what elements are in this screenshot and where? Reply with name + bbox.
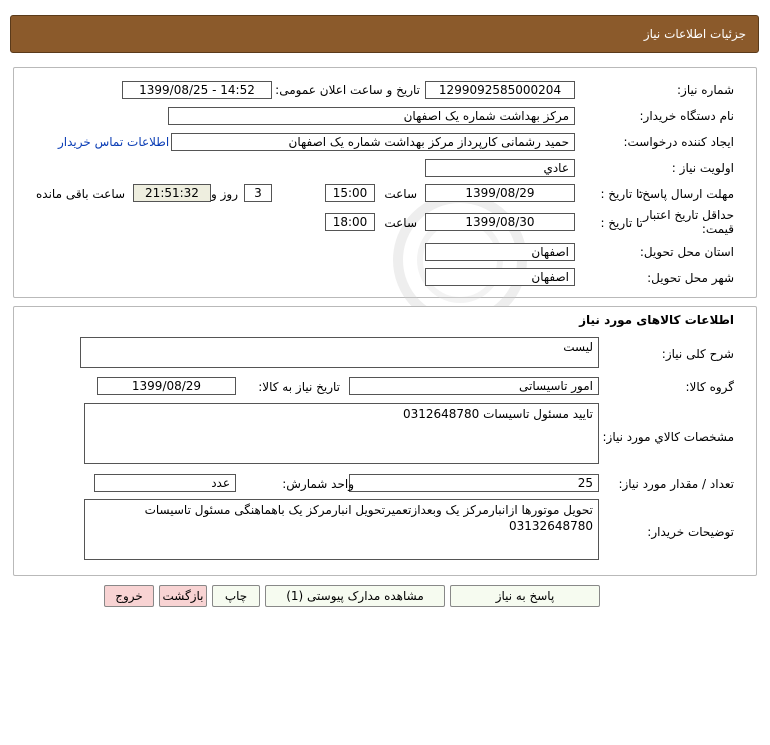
validity-to-date-label: تا تاریخ : — [600, 216, 643, 230]
validity-date-field: 1399/08/30 — [425, 213, 575, 231]
need-date-field: 1399/08/29 — [97, 377, 236, 395]
deadline-time-label: ساعت — [384, 187, 417, 201]
province-field: اصفهان — [425, 243, 575, 261]
validity-label: حداقل تاریخ اعتبار قیمت: — [643, 208, 734, 236]
goods-section-title: اطلاعات کالاهای مورد نیاز — [579, 313, 734, 327]
reply-button[interactable]: پاسخ به نیاز — [450, 585, 600, 607]
exit-button[interactable]: خروج — [104, 585, 154, 607]
quantity-label: تعداد / مقدار مورد نیاز: — [618, 477, 734, 491]
days-label: روز و — [211, 187, 238, 201]
deadline-label: مهلت ارسال پاسخ: — [638, 187, 734, 201]
page-header: جزئیات اطلاعات نیاز — [10, 15, 759, 53]
deadline-date-field: 1399/08/29 — [425, 184, 575, 202]
need-number-label: شماره نیاز: — [677, 83, 734, 97]
page-title: جزئیات اطلاعات نیاز — [643, 27, 746, 41]
buyer-org-field: مرکز بهداشت شماره یک اصفهان — [168, 107, 575, 125]
deadline-time-field: 15:00 — [325, 184, 375, 202]
city-label: شهر محل تحویل: — [647, 271, 734, 285]
need-number-field: 1299092585000204 — [425, 81, 575, 99]
requester-field: حمید رشمانی کارپرداز مرکز بهداشت شماره ی… — [171, 133, 575, 151]
buyer-contact-link[interactable]: اطلاعات تماس خریدار — [58, 135, 169, 149]
specs-label: مشخصات کالاي مورد نياز: — [602, 430, 734, 444]
specs-field: تایید مسئول تاسیسات 0312648780 — [84, 403, 599, 464]
days-remaining-field: 3 — [244, 184, 272, 202]
buyer-org-label: نام دستگاه خریدار: — [639, 109, 735, 123]
buyer-notes-field: تحویل موتورها ازانبارمرکز یک وبعدازتعمیر… — [84, 499, 599, 560]
buyer-notes-label: توضیحات خریدار: — [647, 525, 734, 539]
city-field: اصفهان — [425, 268, 575, 286]
remaining-label: ساعت باقی مانده — [36, 187, 126, 201]
deadline-to-date-label: تا تاریخ : — [600, 187, 643, 201]
need-date-label: تاریخ نیاز به کالا: — [258, 380, 340, 394]
goods-group-label: گروه کالا: — [685, 380, 735, 394]
quantity-field: 25 — [349, 474, 599, 492]
view-attachments-button[interactable]: مشاهده مدارک پیوستی (1) — [265, 585, 445, 607]
remaining-time-field: 21:51:32 — [133, 184, 211, 202]
validity-time-label: ساعت — [384, 216, 417, 230]
announce-field: 1399/08/25 - 14:52 — [122, 81, 272, 99]
goods-group-field: امور تاسیساتی — [349, 377, 599, 395]
priority-field: عادي — [425, 159, 575, 177]
general-desc-field: لیست — [80, 337, 599, 368]
province-label: استان محل تحویل: — [639, 245, 734, 259]
priority-label: اولویت نیاز : — [671, 161, 734, 175]
print-button[interactable]: چاپ — [212, 585, 260, 607]
general-desc-label: شرح کلی نیاز: — [661, 347, 734, 361]
validity-time-field: 18:00 — [325, 213, 375, 231]
requester-label: ایجاد کننده درخواست: — [623, 135, 734, 149]
unit-field: عدد — [94, 474, 236, 492]
unit-label: واحد شمارش: — [282, 477, 354, 491]
announce-label: تاریخ و ساعت اعلان عمومی: — [275, 83, 420, 97]
back-button[interactable]: بازگشت — [159, 585, 207, 607]
